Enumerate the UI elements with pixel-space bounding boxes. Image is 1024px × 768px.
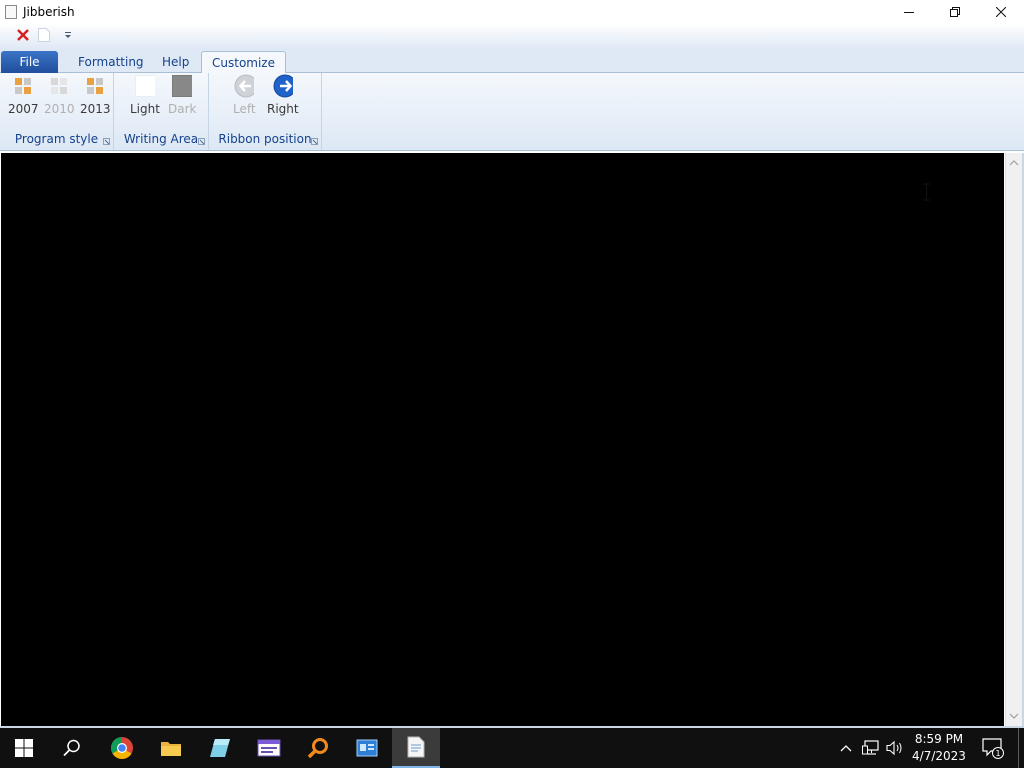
qat-close-button[interactable] [15,27,31,43]
style-2010-label: 2010 [44,102,75,116]
show-desktop-divider[interactable] [1018,728,1019,768]
office-style-icon [49,76,69,96]
style-2013-label: 2013 [80,102,111,116]
jibberish-app-icon [407,736,425,758]
taskbar-clock[interactable]: 8:59 PM 4/7/2023 [906,731,972,765]
text-cursor-icon [923,183,930,201]
light-button[interactable]: Light [130,75,160,116]
clock-date: 4/7/2023 [912,749,966,763]
group-program-style: 2007 2010 2013 Program style [0,73,114,150]
office-style-icon [85,76,105,96]
close-button[interactable] [978,0,1024,23]
tab-formatting[interactable]: Formatting [68,51,154,73]
ribbon-right-button[interactable]: Right [267,74,299,116]
windows-start-icon [15,739,33,757]
taskbar-magnifier-app[interactable] [294,728,342,768]
ribbon-right-label: Right [267,102,299,116]
taskbar-search-button[interactable] [48,728,96,768]
volume-icon [886,740,902,756]
dialog-launcher-icon[interactable] [198,138,205,145]
ribbon-left-button[interactable]: Left [233,74,256,116]
office-style-icon [13,76,33,96]
vertical-scrollbar[interactable] [1005,153,1022,726]
restore-icon [950,6,960,17]
chevron-up-icon [840,745,852,752]
taskbar-notepad-app[interactable] [196,728,244,768]
tray-show-hidden[interactable] [836,728,856,768]
notepad-document-icon [5,4,17,19]
ribbon-left-label: Left [233,102,256,116]
action-center-button[interactable]: 1 [978,728,1008,768]
group-label-ribbon-position: Ribbon position [218,132,312,146]
light-label: Light [130,102,160,116]
dark-button[interactable]: Dark [168,75,197,116]
style-2007-label: 2007 [8,102,39,116]
arrow-left-icon [234,74,255,98]
tab-help[interactable]: Help [152,51,199,73]
minimize-button[interactable] [886,0,932,23]
group-label-program-style: Program style [14,132,99,146]
notification-count: 1 [995,749,1000,758]
taskbar-jibberish-app[interactable] [392,728,440,768]
dark-swatch-icon [172,75,193,97]
window-controls [886,0,1024,23]
taskbar-media-app[interactable] [245,728,293,768]
window-title: Jibberish [23,4,75,19]
notification-icon: 1 [982,738,1004,759]
clock-time: 8:59 PM [914,732,964,746]
close-icon [996,6,1006,17]
taskbar-file-explorer[interactable] [147,728,195,768]
taskbar: 8:59 PM 4/7/2023 1 [0,728,1024,768]
tray-volume[interactable] [884,728,906,768]
style-2013-button[interactable]: 2013 [80,76,111,116]
control-panel-icon [356,739,378,757]
dialog-launcher-icon[interactable] [311,138,318,145]
network-icon [862,740,879,755]
tab-file[interactable]: File [1,51,58,73]
group-writing-area: Light Dark Writing Area [114,73,209,150]
customize-quick-access-dropdown-icon [65,32,71,38]
quick-access-toolbar [0,23,1024,49]
group-ribbon-position: Left Right Ribbon position [209,73,322,150]
ribbon-tabs: File Formatting Help Customize [0,49,1024,74]
title-bar: Jibberish [0,0,1024,23]
light-swatch-icon [134,75,155,97]
qat-new-button[interactable] [36,27,52,43]
chrome-icon [111,737,133,759]
restore-button[interactable] [932,0,978,23]
minimize-icon [904,11,914,13]
file-explorer-icon [161,742,181,756]
arrow-right-icon [273,74,293,98]
close-red-x-icon [17,29,29,41]
media-app-icon [257,739,281,757]
new-document-icon [38,28,50,42]
scroll-up-icon[interactable] [1009,158,1019,168]
start-button[interactable] [0,728,48,768]
search-icon [63,739,80,757]
taskbar-chrome[interactable] [98,728,146,768]
qat-customize-dropdown[interactable] [60,27,76,43]
dialog-launcher-icon[interactable] [103,138,110,145]
ribbon-panel: 2007 2010 2013 Program style Light Dark … [0,73,1024,151]
writing-area[interactable] [1,153,1004,726]
style-2007-button[interactable]: 2007 [8,76,39,116]
group-label-writing-area: Writing Area [123,132,199,146]
dark-label: Dark [168,102,197,116]
style-2010-button[interactable]: 2010 [44,76,75,116]
taskbar-control-panel[interactable] [343,728,391,768]
notepad-app-icon [210,739,230,757]
tray-network[interactable] [860,728,882,768]
tab-customize[interactable]: Customize [201,51,286,74]
magnifier-search-app-icon [307,738,328,759]
scroll-down-icon[interactable] [1009,711,1019,721]
